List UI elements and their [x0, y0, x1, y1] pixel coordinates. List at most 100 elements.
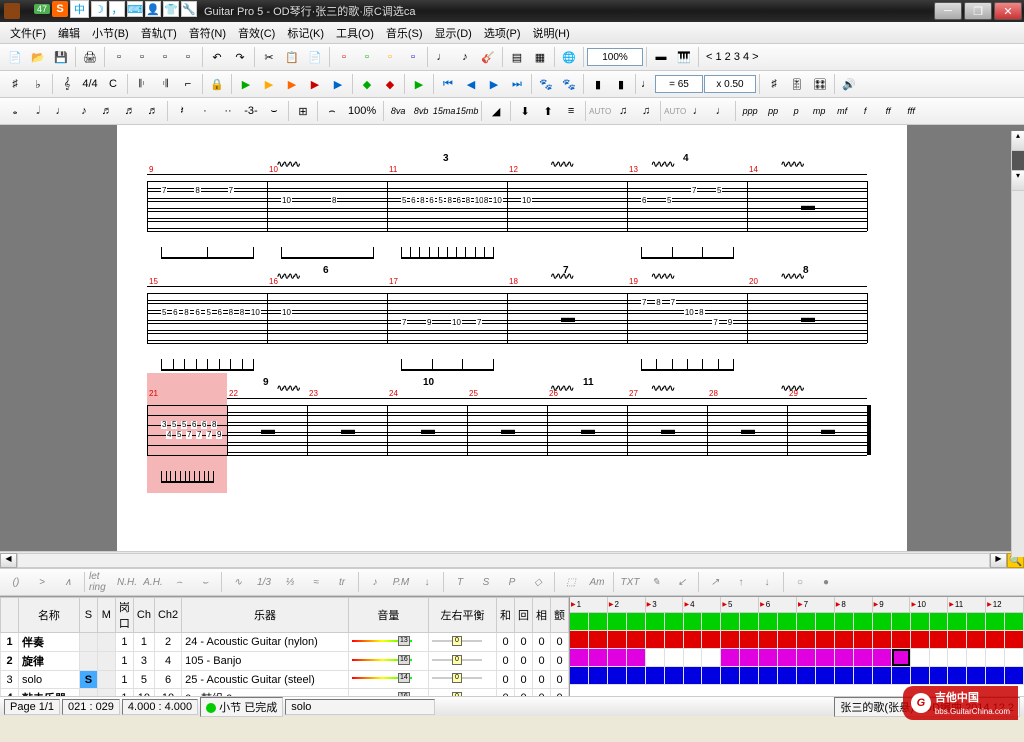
- fx-button[interactable]: ○: [788, 571, 812, 593]
- action-a-icon[interactable]: ◆: [356, 73, 378, 95]
- track-table[interactable]: 名称SM岗口ChCh2乐器音量左右平衡和回相颤1伴奏11224 - Acoust…: [0, 597, 570, 696]
- menu-item[interactable]: 编辑: [52, 23, 86, 43]
- fx-button[interactable]: ♪: [363, 571, 387, 593]
- cut-icon[interactable]: ✂: [258, 46, 280, 68]
- ime-toolbar[interactable]: 47 S 中 ☽ ， ⌨ 👤 👕 🔧: [34, 0, 197, 18]
- ime-keyboard-icon[interactable]: ⌨: [127, 1, 143, 17]
- ime-lang[interactable]: 中: [70, 0, 89, 18]
- marker-b-icon[interactable]: ▶: [327, 73, 349, 95]
- tie-icon[interactable]: ⌣: [263, 100, 285, 122]
- scale-icon[interactable]: ♪: [454, 46, 476, 68]
- fx-button[interactable]: let ring: [89, 571, 113, 593]
- rse-icon[interactable]: ♯: [763, 73, 785, 95]
- info-icon[interactable]: ▫: [333, 46, 355, 68]
- fx-button[interactable]: 1/3: [252, 571, 276, 593]
- fade-icon[interactable]: ◢: [485, 100, 507, 122]
- sharp-icon[interactable]: ♯: [4, 73, 26, 95]
- loop1-icon[interactable]: 🐾: [535, 73, 557, 95]
- fretboard-icon[interactable]: ▬: [650, 46, 672, 68]
- scroll-left-icon[interactable]: ◀: [0, 553, 17, 568]
- menu-item[interactable]: 音效(C): [232, 23, 281, 43]
- menu-item[interactable]: 音乐(S): [380, 23, 429, 43]
- zoom-input[interactable]: [587, 48, 643, 66]
- fx-button[interactable]: N.H.: [115, 571, 139, 593]
- eighth-note-icon[interactable]: ♪: [73, 100, 95, 122]
- rest-icon[interactable]: 𝄽: [171, 100, 193, 122]
- new-icon[interactable]: 📄: [4, 46, 26, 68]
- 8va-icon[interactable]: 8va: [387, 100, 409, 122]
- prev-icon[interactable]: ◀: [460, 73, 482, 95]
- f-icon[interactable]: f: [854, 100, 876, 122]
- lock-icon[interactable]: 🔒: [206, 73, 228, 95]
- stroke-up-icon[interactable]: ⬆: [537, 100, 559, 122]
- first-icon[interactable]: ⏮: [437, 73, 459, 95]
- fx-button[interactable]: ⅓: [278, 571, 302, 593]
- view2-icon[interactable]: ▦: [529, 46, 551, 68]
- instr-icon[interactable]: ▫: [402, 46, 424, 68]
- h-scrollbar[interactable]: ◀ ▶ 🔍: [0, 551, 1024, 568]
- chord-grid-icon[interactable]: ⊞: [292, 100, 314, 122]
- action-b-icon[interactable]: ◆: [379, 73, 401, 95]
- redo-icon[interactable]: ↷: [229, 46, 251, 68]
- chord-icon[interactable]: ♩: [431, 46, 453, 68]
- fx-button[interactable]: ↓: [415, 571, 439, 593]
- ime-user-icon[interactable]: 👤: [145, 1, 161, 17]
- beam1-icon[interactable]: ♫: [612, 100, 634, 122]
- copy-icon[interactable]: 📋: [281, 46, 303, 68]
- 8vb-icon[interactable]: 8vb: [410, 100, 432, 122]
- tool-a-icon[interactable]: ▫: [108, 46, 130, 68]
- treble-clef-icon[interactable]: 𝄞: [56, 73, 78, 95]
- rep-alt-icon[interactable]: ⌐: [177, 73, 199, 95]
- slur-icon[interactable]: ⌢: [321, 100, 343, 122]
- scroll-right-icon[interactable]: ▶: [990, 553, 1007, 568]
- keyboard-icon[interactable]: 🎹: [673, 46, 695, 68]
- fx-button[interactable]: ≈: [304, 571, 328, 593]
- fx-button[interactable]: >: [30, 571, 54, 593]
- right-sidebar[interactable]: ▴▾: [1011, 131, 1024, 557]
- tool-b-icon[interactable]: ▫: [131, 46, 153, 68]
- print-icon[interactable]: 🖨: [79, 46, 101, 68]
- marker-y-icon[interactable]: ▶: [258, 73, 280, 95]
- fx-button[interactable]: P: [500, 571, 524, 593]
- fx-button[interactable]: A.H.: [141, 571, 165, 593]
- p-icon[interactable]: p: [785, 100, 807, 122]
- track-icon[interactable]: ▫: [379, 46, 401, 68]
- stem-up-icon[interactable]: ♩: [687, 100, 709, 122]
- fx-button[interactable]: ↗: [703, 571, 727, 593]
- save-icon[interactable]: 💾: [50, 46, 72, 68]
- rep-end-icon[interactable]: 𝄇: [154, 73, 176, 95]
- last-icon[interactable]: ⏭: [506, 73, 528, 95]
- menu-item[interactable]: 工具(O): [330, 23, 380, 43]
- eq-icon[interactable]: 🎛: [809, 73, 831, 95]
- 15ma-icon[interactable]: 15ma: [433, 100, 455, 122]
- stem-dn-icon[interactable]: ♩: [710, 100, 732, 122]
- browse-icon[interactable]: 🌐: [558, 46, 580, 68]
- dot-icon[interactable]: ·: [194, 100, 216, 122]
- view1-icon[interactable]: ▤: [506, 46, 528, 68]
- sogou-icon[interactable]: S: [52, 1, 68, 17]
- menu-item[interactable]: 小节(B): [86, 23, 135, 43]
- mix-icon[interactable]: 🎚: [786, 73, 808, 95]
- undo-icon[interactable]: ↶: [206, 46, 228, 68]
- rep-start-icon[interactable]: 𝄆: [131, 73, 153, 95]
- auto2-icon[interactable]: AUTO: [664, 100, 686, 122]
- mf-icon[interactable]: mf: [831, 100, 853, 122]
- marker-r-icon[interactable]: ▶: [304, 73, 326, 95]
- 32nd-note-icon[interactable]: ♬: [119, 100, 141, 122]
- fx-button[interactable]: (): [4, 571, 28, 593]
- fx-button[interactable]: P.M: [389, 571, 413, 593]
- fx-button[interactable]: T: [448, 571, 472, 593]
- fx-button[interactable]: ↑: [729, 571, 753, 593]
- 64th-note-icon[interactable]: ♬: [142, 100, 164, 122]
- fx-button[interactable]: ∧: [56, 571, 80, 593]
- open-icon[interactable]: 📂: [27, 46, 49, 68]
- tool-c-icon[interactable]: ▫: [154, 46, 176, 68]
- menu-item[interactable]: 音轨(T): [135, 23, 183, 43]
- track-grid[interactable]: 123456789101112: [570, 597, 1024, 696]
- fx-button[interactable]: TXT: [618, 571, 642, 593]
- score-viewport[interactable]: 91011312134147871085686586810810106575▬∿…: [0, 125, 1024, 551]
- half-note-icon[interactable]: 𝅗𝅥: [27, 100, 49, 122]
- menu-item[interactable]: 选项(P): [478, 23, 527, 43]
- fx-button[interactable]: ●: [814, 571, 838, 593]
- tuplet-icon[interactable]: -3-: [240, 100, 262, 122]
